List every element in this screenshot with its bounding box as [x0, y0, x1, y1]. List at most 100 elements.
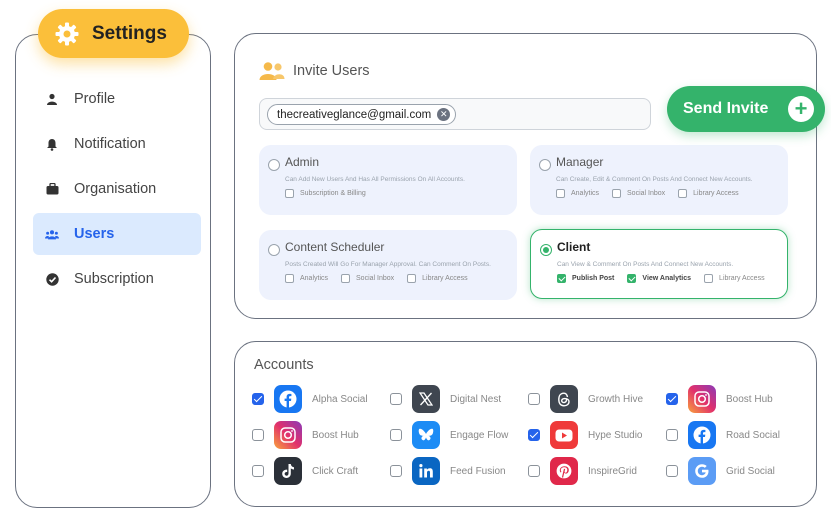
permission-checkbox[interactable]: [612, 189, 622, 198]
role-manager[interactable]: Manager Can Create, Edit & Comment On Po…: [530, 145, 788, 215]
tiktok-icon: [274, 457, 302, 485]
account-item[interactable]: Growth Hive: [528, 385, 643, 413]
account-name: Click Craft: [312, 465, 359, 477]
permission-option[interactable]: Subscription & Billing: [285, 189, 366, 198]
accounts-panel: Accounts Alpha Social Digital Nest Growt…: [234, 341, 817, 507]
permission-option[interactable]: Social Inbox: [612, 189, 665, 198]
sidebar-item-subscription[interactable]: Subscription: [33, 258, 201, 300]
permission-label: Social Inbox: [356, 275, 395, 282]
account-name: Growth Hive: [588, 393, 644, 405]
account-name: Road Social: [726, 429, 780, 441]
pinterest-icon: [550, 457, 578, 485]
account-name: Boost Hub: [312, 429, 359, 441]
account-item[interactable]: Feed Fusion: [390, 457, 506, 485]
email-input[interactable]: thecreativeglance@gmail.com ✕: [259, 98, 651, 130]
plus-icon: +: [788, 96, 814, 122]
account-item[interactable]: InspireGrid: [528, 457, 637, 485]
account-item[interactable]: Hype Studio: [528, 421, 642, 449]
sidebar-item-profile[interactable]: Profile: [33, 78, 201, 120]
account-name: Grid Social: [726, 465, 775, 477]
permission-option[interactable]: View Analytics: [627, 274, 691, 283]
account-name: Alpha Social: [312, 393, 368, 405]
role-name: Content Scheduler: [285, 240, 385, 254]
permission-option[interactable]: Analytics: [556, 189, 599, 198]
account-item[interactable]: Boost Hub: [666, 385, 773, 413]
account-checkbox[interactable]: [528, 429, 540, 441]
permission-checkbox[interactable]: [627, 274, 637, 283]
sidebar-item-organisation[interactable]: Organisation: [33, 168, 201, 210]
email-chip-text: thecreativeglance@gmail.com: [277, 108, 432, 121]
permission-label: Library Access: [693, 190, 739, 197]
permission-option[interactable]: Library Access: [678, 189, 739, 198]
role-client[interactable]: Client Can View & Comment On Posts And C…: [530, 229, 788, 299]
email-chip[interactable]: thecreativeglance@gmail.com ✕: [267, 104, 457, 125]
gear-icon: [54, 21, 80, 47]
permission-checkbox[interactable]: [678, 189, 688, 198]
role-admin[interactable]: Admin Can Add New Users And Has All Perm…: [259, 145, 517, 215]
permission-checkbox[interactable]: [704, 274, 714, 283]
account-checkbox[interactable]: [666, 429, 678, 441]
role-permissions: Analytics Social Inbox Library Access: [285, 274, 481, 283]
permission-checkbox[interactable]: [557, 274, 566, 283]
role-radio[interactable]: [539, 159, 551, 171]
sidebar-item-notification[interactable]: Notification: [33, 123, 201, 165]
instagram-icon: [688, 385, 716, 413]
account-item[interactable]: Engage Flow: [390, 421, 508, 449]
send-invite-button[interactable]: Send Invite +: [667, 86, 825, 132]
permission-label: Analytics: [571, 190, 600, 197]
account-name: Boost Hub: [726, 393, 773, 405]
accounts-title: Accounts: [254, 357, 314, 373]
bluesky-icon: [412, 421, 440, 449]
permission-checkbox[interactable]: [341, 274, 351, 283]
permission-label: Library Access: [422, 275, 468, 282]
account-checkbox[interactable]: [252, 465, 264, 477]
account-item[interactable]: Alpha Social: [252, 385, 368, 413]
account-checkbox[interactable]: [390, 465, 402, 477]
permission-checkbox[interactable]: [285, 274, 294, 283]
account-checkbox[interactable]: [666, 465, 678, 477]
account-item[interactable]: Click Craft: [252, 457, 358, 485]
sidebar-item-label: Organisation: [74, 181, 157, 197]
account-item[interactable]: Digital Nest: [390, 385, 501, 413]
permission-checkbox[interactable]: [285, 189, 294, 198]
role-radio[interactable]: [268, 244, 280, 256]
account-name: Engage Flow: [450, 429, 509, 441]
sidebar-item-users[interactable]: Users: [33, 213, 201, 255]
instagram-icon: [274, 421, 302, 449]
account-checkbox[interactable]: [390, 429, 402, 441]
account-item[interactable]: Boost Hub: [252, 421, 359, 449]
account-item[interactable]: Grid Social: [666, 457, 775, 485]
permission-option[interactable]: Publish Post: [557, 274, 614, 283]
permission-label: Subscription & Billing: [300, 190, 366, 197]
role-name: Manager: [556, 155, 604, 169]
invite-header: Invite Users: [259, 61, 370, 81]
permission-label: Analytics: [300, 275, 329, 282]
google-icon: [688, 457, 716, 485]
role-name: Admin: [285, 155, 320, 169]
account-checkbox[interactable]: [528, 465, 540, 477]
bell-icon: [45, 137, 59, 151]
permission-checkbox[interactable]: [556, 189, 565, 198]
permission-option[interactable]: Analytics: [285, 274, 328, 283]
role-content-scheduler[interactable]: Content Scheduler Posts Created Will Go …: [259, 230, 517, 300]
users-icon: [45, 227, 59, 241]
account-checkbox[interactable]: [528, 393, 540, 405]
account-checkbox[interactable]: [666, 393, 678, 405]
permission-checkbox[interactable]: [407, 274, 417, 283]
role-radio[interactable]: [268, 159, 280, 171]
account-item[interactable]: Road Social: [666, 421, 780, 449]
permission-option[interactable]: Social Inbox: [341, 274, 394, 283]
permission-option[interactable]: Library Access: [704, 274, 765, 283]
role-description: Can View & Comment On Posts And Connect …: [557, 261, 734, 268]
account-checkbox[interactable]: [390, 393, 402, 405]
facebook-icon: [274, 385, 302, 413]
account-checkbox[interactable]: [252, 429, 264, 441]
account-name: Digital Nest: [450, 393, 502, 405]
sidebar-item-label: Users: [74, 226, 115, 242]
permission-option[interactable]: Library Access: [407, 274, 468, 283]
facebook-icon: [688, 421, 716, 449]
account-checkbox[interactable]: [252, 393, 264, 405]
close-icon[interactable]: ✕: [437, 108, 451, 121]
role-permissions: Subscription & Billing: [285, 189, 379, 198]
role-radio[interactable]: [540, 244, 552, 256]
